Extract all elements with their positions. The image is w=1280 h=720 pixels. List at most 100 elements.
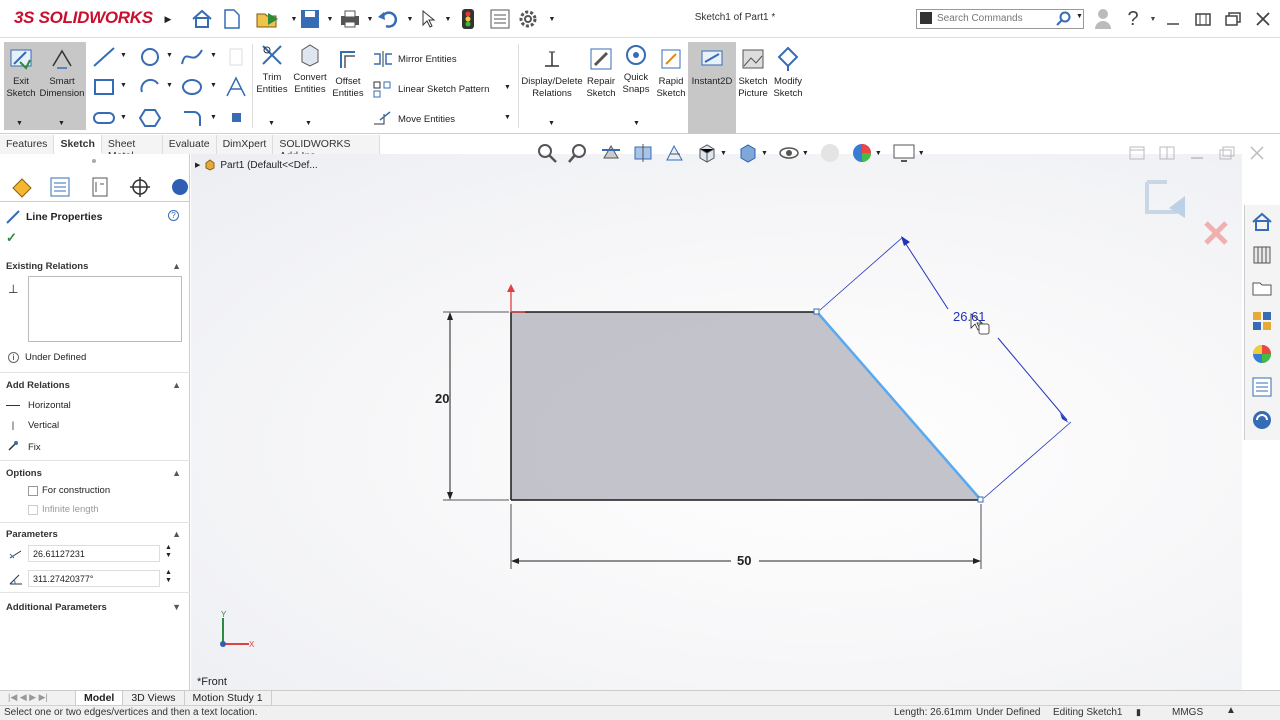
add-relations-header[interactable]: Add Relations [6,380,70,391]
move-entities-button[interactable]: Move Entities [372,110,455,128]
smart-dimension-button[interactable]: Smart Dimension [38,42,86,130]
tab-solidworks-addins[interactable]: SOLIDWORKS Add-Ins [273,135,380,162]
previous-view-icon[interactable] [600,142,622,164]
move-entities-dropdown-icon[interactable]: ▼ [504,114,511,121]
bottom-right-vertex[interactable] [977,496,984,503]
minimize-icon[interactable] [1160,6,1186,32]
exit-sketch-button[interactable]: Exit Sketch [4,42,38,130]
linear-pattern-dropdown-icon[interactable]: ▼ [504,84,511,91]
length-input[interactable]: 26.61127231 [28,545,160,562]
options-gear-icon[interactable] [516,7,540,31]
solidworks-forum-icon[interactable] [1245,403,1279,436]
collapse-parameters-icon[interactable]: ▲ [172,529,181,539]
angle-input[interactable]: 311.27420377° [28,570,160,587]
zoom-to-area-icon[interactable] [568,142,590,164]
close-icon[interactable] [1250,6,1276,32]
viewport-close-icon[interactable] [1249,146,1265,160]
hide-show-dropdown-icon[interactable]: ▼ [802,150,809,157]
slant-dim-line-bottom[interactable] [997,337,1068,421]
infinite-length-checkbox[interactable]: Infinite length [28,504,99,515]
solidworks-logo[interactable]: 3S SOLIDWORKS [14,8,153,28]
polygon-tool-icon[interactable] [138,108,162,131]
for-construction-checkbox[interactable]: For construction [28,485,110,496]
slot-tool-icon[interactable] [92,108,116,131]
infinite-length-box[interactable] [28,504,38,515]
new-document-icon[interactable] [220,7,244,31]
units-dropdown-icon[interactable]: ▲ [1226,705,1236,716]
collapse-existing-relations-icon[interactable]: ▲ [172,261,181,271]
viewport-minimize-icon[interactable] [1189,146,1205,160]
existing-relations-header[interactable]: Existing Relations [6,261,88,272]
modify-sketch-button[interactable]: Modify Sketch [770,46,806,100]
top-right-vertex[interactable] [813,308,820,315]
ellipse-dropdown-icon[interactable]: ▼ [210,82,217,89]
rebuild-icon[interactable] [456,7,480,31]
dimension-height-label[interactable]: 20 [435,391,449,406]
slant-dim-line-top[interactable] [901,237,949,310]
vertical-relation-button[interactable]: | Vertical [6,420,59,431]
apply-scene-icon[interactable] [851,142,873,164]
confirmation-corner-cancel-icon[interactable] [1201,218,1231,251]
viewport-split-icon[interactable] [1159,146,1175,160]
search-dropdown-icon[interactable]: ▼ [1076,13,1083,20]
search-magnifier-icon[interactable] [1056,11,1072,30]
feature-manager-tab-icon[interactable] [10,176,34,201]
rebuild-status-icon[interactable]: ▮ [1136,707,1141,718]
tab-sheet-metal[interactable]: Sheet Metal [101,135,163,162]
display-style-dropdown-icon[interactable]: ▼ [761,150,768,157]
length-spinner[interactable]: ▲ ▼ [165,544,172,560]
splitter-handle[interactable] [92,159,96,163]
fillet-tool-icon[interactable] [180,108,204,131]
display-style-icon[interactable] [737,142,759,164]
quick-snaps-button[interactable]: Quick Snaps [620,42,652,96]
appearances-scenes-icon[interactable] [1245,337,1279,370]
dimension-slant-label[interactable]: 26.61 [953,309,986,324]
ok-check-icon[interactable]: ✓ [6,230,17,246]
viewport-tile-icon[interactable] [1129,146,1145,160]
display-manager-tab-icon[interactable] [168,176,188,201]
viewport-restore-icon[interactable] [1219,146,1235,160]
apply-scene-dropdown-icon[interactable]: ▼ [875,150,882,157]
tab-sketch[interactable]: Sketch [54,135,102,154]
text-tool-icon[interactable] [224,76,248,101]
offset-entities-button[interactable]: Offset Entities [330,46,366,100]
convert-dropdown-icon[interactable]: ▼ [305,120,312,127]
tab-evaluate[interactable]: Evaluate [162,135,217,154]
home-icon[interactable] [190,7,214,31]
panel-splitter[interactable] [0,154,190,172]
options-dropdown-icon[interactable]: ▼ [540,7,564,31]
circle-tool-icon[interactable] [138,46,162,71]
linear-sketch-pattern-button[interactable]: Linear Sketch Pattern [372,80,489,98]
edit-appearance-icon[interactable] [819,142,841,164]
units-system[interactable]: MMGS [1172,707,1203,718]
arc-tool-icon[interactable] [138,76,162,101]
parameters-header[interactable]: Parameters [6,529,58,540]
ellipse-tool-icon[interactable] [180,76,204,101]
trim-entities-button[interactable]: Trim Entities [256,42,288,96]
user-icon[interactable] [1090,6,1116,32]
angle-spinner[interactable]: ▲ ▼ [165,569,172,585]
tab-scroll-arrows-icon[interactable]: |◀ ◀ ▶ ▶| [0,691,76,705]
dimxpert-manager-tab-icon[interactable] [128,176,152,201]
tab-dimxpert[interactable]: DimXpert [216,135,274,154]
tab-3d-views[interactable]: 3D Views [123,691,185,705]
view-settings-icon[interactable] [892,142,916,164]
rectangle-tool-icon[interactable] [92,76,116,101]
exit-sketch-dropdown-icon[interactable]: ▼ [16,120,23,127]
graphics-area[interactable]: ▶ Part1 (Default<<Def... 20 50 26.61 *Fr… [191,146,1264,690]
spline-tool-icon[interactable] [180,46,204,71]
restore-icon[interactable] [1190,6,1216,32]
maximize-icon[interactable] [1220,6,1246,32]
property-manager-tab-icon[interactable] [48,176,72,201]
view-orientation-dropdown-icon[interactable]: ▼ [720,150,727,157]
display-delete-relations-button[interactable]: Display/Delete Relations [520,46,584,100]
collapse-options-icon[interactable]: ▲ [172,468,181,478]
solidworks-resources-icon[interactable] [1245,205,1279,238]
fillet-dropdown-icon[interactable]: ▼ [210,114,217,121]
instant2d-button[interactable]: Instant2D [688,42,736,134]
for-construction-box[interactable] [28,485,38,496]
file-properties-icon[interactable] [488,7,512,31]
convert-entities-button[interactable]: Convert Entities [290,42,330,96]
custom-properties-icon[interactable] [1245,370,1279,403]
view-palette-icon[interactable] [1245,304,1279,337]
